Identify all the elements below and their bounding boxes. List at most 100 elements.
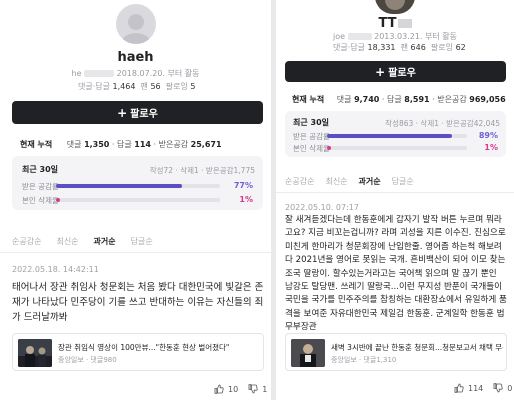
profile-stats: 댓글·답글 18,331 팬 646 팔로잉 62 [333,42,466,53]
total-likes-label: 받은공감 [437,95,467,104]
total-replies-value: 114 [134,140,151,149]
stat-reply-value[interactable]: 18,331 [368,43,396,52]
recent-title: 최근 30일 [22,165,58,174]
comment-text: 잘 새겨듣겠다는데 한동훈에게 갑자기 발작 버튼 누르며 뭐라고요? 지금 비… [285,215,507,333]
delete-rate-bar: 본인 삭제율 1% [22,195,253,205]
delete-rate-pct: 1% [484,143,498,152]
total-label: 현재 누적 [20,140,53,149]
like-rate-track [327,134,467,138]
thumb-up-icon[interactable] [214,384,224,394]
total-replies-label: 답글 [387,95,402,104]
profile-name-text: TT [378,16,397,31]
delete-rate-pct: 1% [239,195,253,204]
follow-button[interactable]: + 팔로우 [285,61,506,82]
comment-reactions: 114 0 [454,383,512,393]
thumb-down-icon[interactable] [493,383,503,393]
article-thumbnail [291,339,325,367]
article-headline[interactable]: 장관 취임식 영상이 100만뷰..."한동훈 현상 벌어졌다" [58,342,258,353]
profile-meta: joe 2013.03.21. 부터 활동 [276,31,514,42]
stat-fan-value[interactable]: 56 [150,82,160,91]
like-rate-fill [327,134,452,138]
stat-following-value[interactable]: 5 [190,82,195,91]
tab-latest[interactable]: 최신순 [56,236,78,247]
stat-following-value[interactable]: 62 [456,43,466,52]
total-replies-label: 답글 [117,140,132,149]
like-count: 10 [228,384,239,394]
profile-avatar-icon[interactable] [375,0,415,14]
like-rate-fill [56,184,183,188]
stat-reply-value[interactable]: 1,464 [113,82,136,91]
like-rate-pct: 89% [478,131,498,140]
total-replies-value: 8,591 [404,95,430,104]
tab-sympathy[interactable]: 순공감순 [285,176,314,187]
stat-reply-label: 댓글·답글 [78,82,110,91]
recent-30-days-box: 최근 30일 작성72 · 삭제1 · 받은공감1,775 받은 공감률 77%… [12,156,263,210]
delete-rate-track [56,198,220,202]
comment-date: 2022.05.18. 14:42:11 [12,265,99,274]
total-likes-value: 969,056 [469,95,506,104]
masked-id-block [347,33,372,40]
masked-name-block [397,19,412,28]
delete-rate-label: 본인 삭제율 [22,196,59,205]
stat-fan-label: 팬 [140,82,148,91]
plus-icon: + [375,64,386,79]
stat-following-label: 팔로잉 [165,82,188,91]
like-rate-label: 받은 공감률 [293,132,330,141]
article-card[interactable]: 장관 취임식 영상이 100만뷰..."한동훈 현상 벌어졌다" 중앙일보 · … [12,333,264,371]
stat-fan-value[interactable]: 646 [411,43,426,52]
profile-name: TT [276,16,514,31]
plus-icon: + [117,105,128,120]
follow-button[interactable]: + 팔로우 [12,101,263,124]
tab-oldest[interactable]: 과거순 [94,236,116,247]
total-stats-row: 현재 누적 댓글 1,350 · 답글 114 · 받은공감 25,671 [20,140,222,149]
recent-title: 최근 30일 [293,118,329,127]
article-source: 중앙일보 · 댓글980 [58,356,117,364]
article-headline[interactable]: 새벽 3시반에 끝난 한동훈 청문회...청문보고서 채택 무산 [331,342,503,353]
total-stats-row: 현재 누적 댓글 9,740 · 답글 8,591 · 받은공감 969,056 [292,95,506,104]
recent-summary: 작성72 · 삭제1 · 받은공감1,775 [149,166,255,175]
default-avatar-icon[interactable] [116,4,156,44]
recent-30-days-box: 최근 30일 작성863 · 삭제1 · 받은공감42,045 받은 공감률 8… [285,111,506,157]
tab-replies[interactable]: 답글순 [392,176,414,187]
profile-since: 2013.03.21. 부터 활동 [374,32,457,41]
profile-meta: he 2018.07.20. 부터 활동 [0,68,271,79]
like-rate-track [56,184,220,188]
follow-button-label: 팔로우 [388,68,416,79]
article-thumbnail [18,339,52,367]
total-comments-label: 댓글 [336,95,352,104]
profile-since: 2018.07.20. 부터 활동 [116,69,200,78]
like-count: 114 [468,383,484,393]
thumb-down-icon[interactable] [248,384,258,394]
thumb-up-icon[interactable] [454,383,464,393]
tab-sympathy[interactable]: 순공감순 [12,236,41,247]
stat-following-label: 팔로잉 [430,43,454,52]
total-comments-value: 1,350 [84,140,110,149]
like-rate-pct: 77% [233,181,253,190]
comment-date: 2022.05.10. 07:17 [285,203,359,212]
tabs-divider [276,192,514,193]
tab-replies[interactable]: 답글순 [131,236,153,247]
dislike-count: 0 [507,383,513,393]
stat-fan-label: 팬 [400,43,408,52]
tab-oldest[interactable]: 과거순 [359,176,381,187]
like-rate-label: 받은 공감률 [22,182,59,191]
tab-latest[interactable]: 최신순 [325,176,347,187]
profile-id: he [71,69,82,78]
dislike-count: 1 [262,384,268,394]
article-card[interactable]: 새벽 3시반에 끝난 한동훈 청문회...청문보고서 채택 무산 중앙일보 · … [285,333,507,371]
delete-rate-bar: 본인 삭제율 1% [293,143,498,153]
like-rate-bar: 받은 공감률 89% [293,131,498,141]
profile-id: joe [332,32,346,41]
profile-name: haeh [117,50,154,65]
delete-rate-label: 본인 삭제율 [293,144,330,153]
stat-reply-label: 댓글·답글 [333,43,365,52]
left-profile-panel: haeh he 2018.07.20. 부터 활동 댓글·답글 1,464 팬 … [0,0,271,400]
total-comments-label: 댓글 [66,140,82,149]
comment-text: 태어나서 장관 취임사 청문회는 처음 봤다 대한민국에 빛갈은 존재가 나타났… [12,282,264,323]
right-profile-panel: TT joe 2013.03.21. 부터 활동 댓글·답글 18,331 팬 … [276,0,514,400]
total-comments-value: 9,740 [354,95,380,104]
total-likes-value: 25,671 [190,140,222,149]
comment-reactions: 10 1 [214,384,267,394]
delete-rate-track [327,146,467,150]
like-rate-bar: 받은 공감률 77% [22,181,253,191]
